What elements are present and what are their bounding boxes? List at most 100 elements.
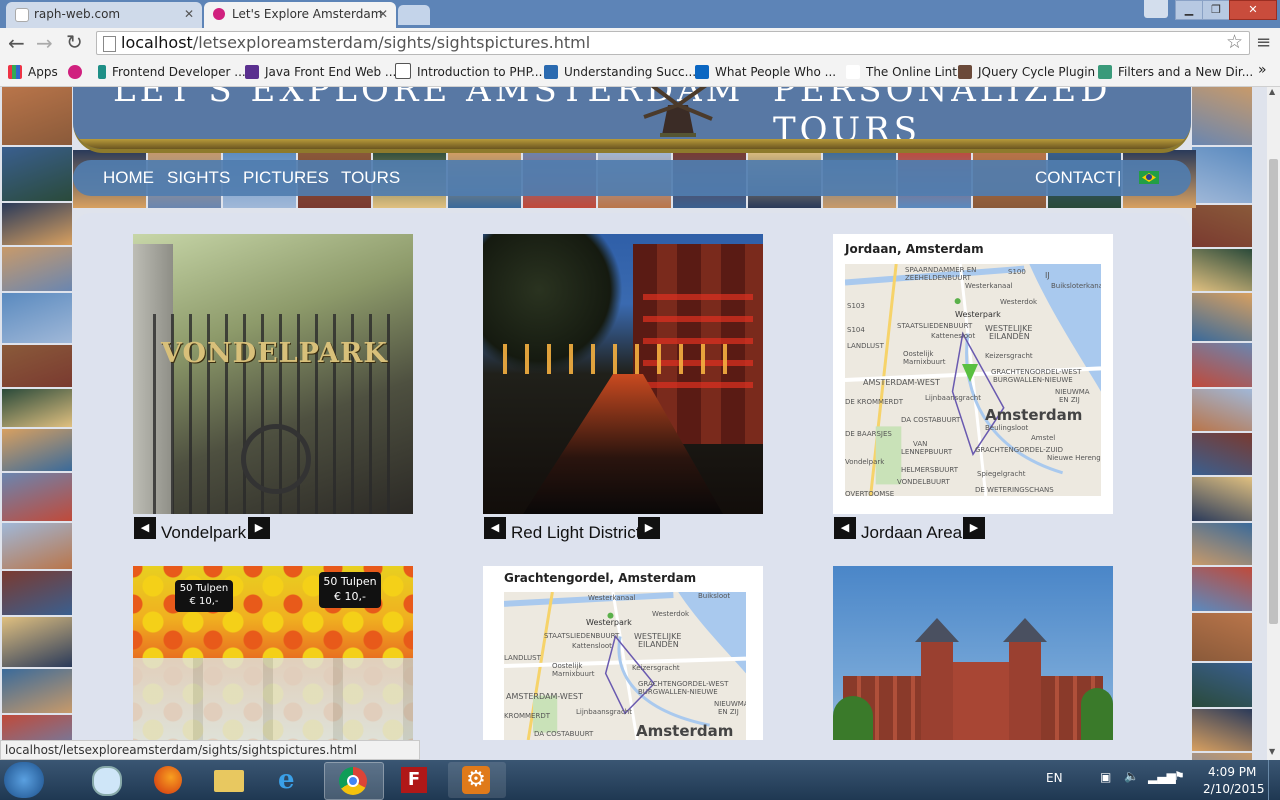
- bookmark-star-icon[interactable]: ☆: [1226, 31, 1243, 53]
- thumbnail-photo[interactable]: [1192, 433, 1252, 475]
- thumbnail-photo[interactable]: [1192, 477, 1252, 521]
- show-desktop-button[interactable]: [1268, 760, 1280, 800]
- clock-time[interactable]: 4:09 PM: [1208, 765, 1256, 779]
- internet-explorer-icon[interactable]: e: [262, 762, 320, 798]
- thumbnail-photo[interactable]: [2, 147, 72, 201]
- scrollbar[interactable]: ▲ ▼: [1267, 87, 1280, 760]
- clock-date[interactable]: 2/10/2015: [1203, 782, 1265, 796]
- new-tab-button[interactable]: [398, 5, 430, 25]
- red-light-district-photo[interactable]: [483, 234, 763, 514]
- thumbnail-photo[interactable]: [2, 293, 72, 343]
- close-icon[interactable]: ✕: [184, 2, 194, 26]
- nav-contact[interactable]: CONTACT: [1035, 168, 1116, 188]
- prev-arrow-button[interactable]: ◀: [134, 517, 156, 539]
- bookmark-item[interactable]: What People Who ...: [695, 62, 836, 82]
- file-explorer-icon[interactable]: [200, 762, 258, 798]
- nav-sights[interactable]: SIGHTS: [167, 168, 230, 188]
- bookmark-label: Frontend Developer ...: [112, 65, 246, 79]
- thumbnail-photo[interactable]: [1192, 249, 1252, 291]
- grachtengordel-map-card[interactable]: Grachtengordel, Amsterdam Westerkanaal Bu…: [483, 566, 763, 740]
- thumbnail-photo[interactable]: [1192, 87, 1252, 145]
- volume-icon[interactable]: 🔈: [1124, 769, 1139, 783]
- thumbnail-photo[interactable]: [1192, 567, 1252, 611]
- settings-app-icon[interactable]: ⚙: [448, 762, 506, 798]
- reload-icon[interactable]: ↻: [66, 30, 83, 54]
- thumbnail-photo[interactable]: [2, 523, 72, 569]
- menu-icon[interactable]: ≡: [1256, 32, 1271, 53]
- filezilla-icon[interactable]: F: [386, 762, 444, 798]
- network-icon[interactable]: ▂▄▆: [1148, 770, 1176, 784]
- nav-pictures[interactable]: PICTURES: [243, 168, 329, 188]
- thumbnail-photo[interactable]: [1192, 663, 1252, 707]
- bookmark-favicon-icon: [98, 65, 106, 79]
- vondelpark-photo[interactable]: VONDELPARK: [133, 234, 413, 514]
- address-bar[interactable]: localhost/letsexploreamsterdam/sights/si…: [96, 31, 1250, 55]
- thumbnail-photo[interactable]: [2, 389, 72, 427]
- thumbnail-photo[interactable]: [1192, 389, 1252, 431]
- back-icon[interactable]: ←: [8, 31, 25, 55]
- thumbnail-photo[interactable]: [2, 345, 72, 387]
- minimize-button[interactable]: ▁: [1175, 0, 1203, 20]
- bookmark-item[interactable]: Frontend Developer ...: [98, 62, 246, 82]
- forward-icon[interactable]: →: [36, 31, 53, 55]
- bookmark-item[interactable]: Filters and a New Dir...: [1098, 62, 1253, 82]
- bookmark-item[interactable]: [68, 62, 88, 82]
- tulips-photo[interactable]: 50 Tulpen € 10,- 50 Tulpen € 10,-: [133, 566, 413, 740]
- map-label: Westerpark: [955, 310, 1001, 319]
- next-arrow-button[interactable]: ▶: [638, 517, 660, 539]
- scroll-down-icon[interactable]: ▼: [1269, 747, 1275, 756]
- rijksmuseum-photo[interactable]: [833, 566, 1113, 740]
- scroll-up-icon[interactable]: ▲: [1269, 87, 1275, 96]
- thumbnail-photo[interactable]: [2, 571, 72, 615]
- thumbnail-photo[interactable]: [1192, 753, 1252, 760]
- thumbnail-photo[interactable]: [1192, 343, 1252, 387]
- bookmark-item[interactable]: Understanding Succ...: [544, 62, 696, 82]
- flag-icon[interactable]: ⚑: [1174, 769, 1185, 783]
- thumbnail-photo[interactable]: [2, 247, 72, 291]
- map-label: OVERTOOMSE: [845, 490, 895, 496]
- thumbnail-photo[interactable]: [2, 669, 72, 713]
- bookmark-apps[interactable]: Apps: [8, 62, 58, 82]
- chrome-icon[interactable]: [324, 762, 384, 800]
- more-bookmarks-icon[interactable]: »: [1258, 62, 1267, 78]
- bookmark-item[interactable]: Java Front End Web ...: [245, 62, 396, 82]
- tab-lets-explore-amsterdam[interactable]: Let's Explore Amsterdam ✕: [204, 2, 396, 28]
- vondelpark-sign: VONDELPARK: [161, 338, 388, 369]
- prev-arrow-button[interactable]: ◀: [834, 517, 856, 539]
- nav-home[interactable]: HOME: [103, 168, 154, 188]
- thumbnail-photo[interactable]: [1192, 293, 1252, 341]
- close-icon[interactable]: ✕: [378, 2, 388, 26]
- thumbnail-photo[interactable]: [1192, 613, 1252, 661]
- nav-tours[interactable]: TOURS: [341, 168, 400, 188]
- thumbnail-photo[interactable]: [2, 617, 72, 667]
- language-indicator[interactable]: EN: [1046, 771, 1063, 785]
- brazil-flag-icon[interactable]: [1139, 171, 1159, 184]
- thumbnail-photo[interactable]: [2, 87, 72, 145]
- action-center-icon[interactable]: ▣: [1100, 770, 1111, 784]
- thumbnail-photo[interactable]: [2, 473, 72, 521]
- thumbnail-photo[interactable]: [1192, 523, 1252, 565]
- photo-caption: Vondelpark: [161, 523, 247, 542]
- maximize-button[interactable]: ❐: [1202, 0, 1230, 20]
- bookmark-item[interactable]: The Online Lint: [846, 62, 957, 82]
- next-arrow-button[interactable]: ▶: [248, 517, 270, 539]
- thumbnail-photo[interactable]: [2, 203, 72, 245]
- firefox-icon[interactable]: [138, 762, 196, 798]
- user-icon[interactable]: [1144, 0, 1168, 18]
- thumbnail-photo[interactable]: [1192, 147, 1252, 203]
- safari-icon[interactable]: [76, 762, 134, 798]
- thumbnail-photo[interactable]: [2, 429, 72, 471]
- bookmark-item[interactable]: Introduction to PHP...: [395, 62, 542, 82]
- start-button[interactable]: [4, 762, 44, 798]
- next-arrow-button[interactable]: ▶: [963, 517, 985, 539]
- tab-raph-web[interactable]: raph-web.com ✕: [6, 2, 202, 28]
- jordaan-map-card[interactable]: Jordaan, Amsterdam SPAARNDAMMER EN ZEEHEL…: [833, 234, 1113, 514]
- bookmark-item[interactable]: JQuery Cycle Plugin: [958, 62, 1095, 82]
- close-window-button[interactable]: ✕: [1229, 0, 1277, 20]
- thumbnail-photo[interactable]: [1192, 709, 1252, 751]
- scrollbar-thumb[interactable]: [1269, 159, 1278, 624]
- map-pin-icon[interactable]: [962, 364, 978, 382]
- thumbnail-photo[interactable]: [1192, 205, 1252, 247]
- prev-arrow-button[interactable]: ◀: [484, 517, 506, 539]
- trees: [1081, 688, 1113, 740]
